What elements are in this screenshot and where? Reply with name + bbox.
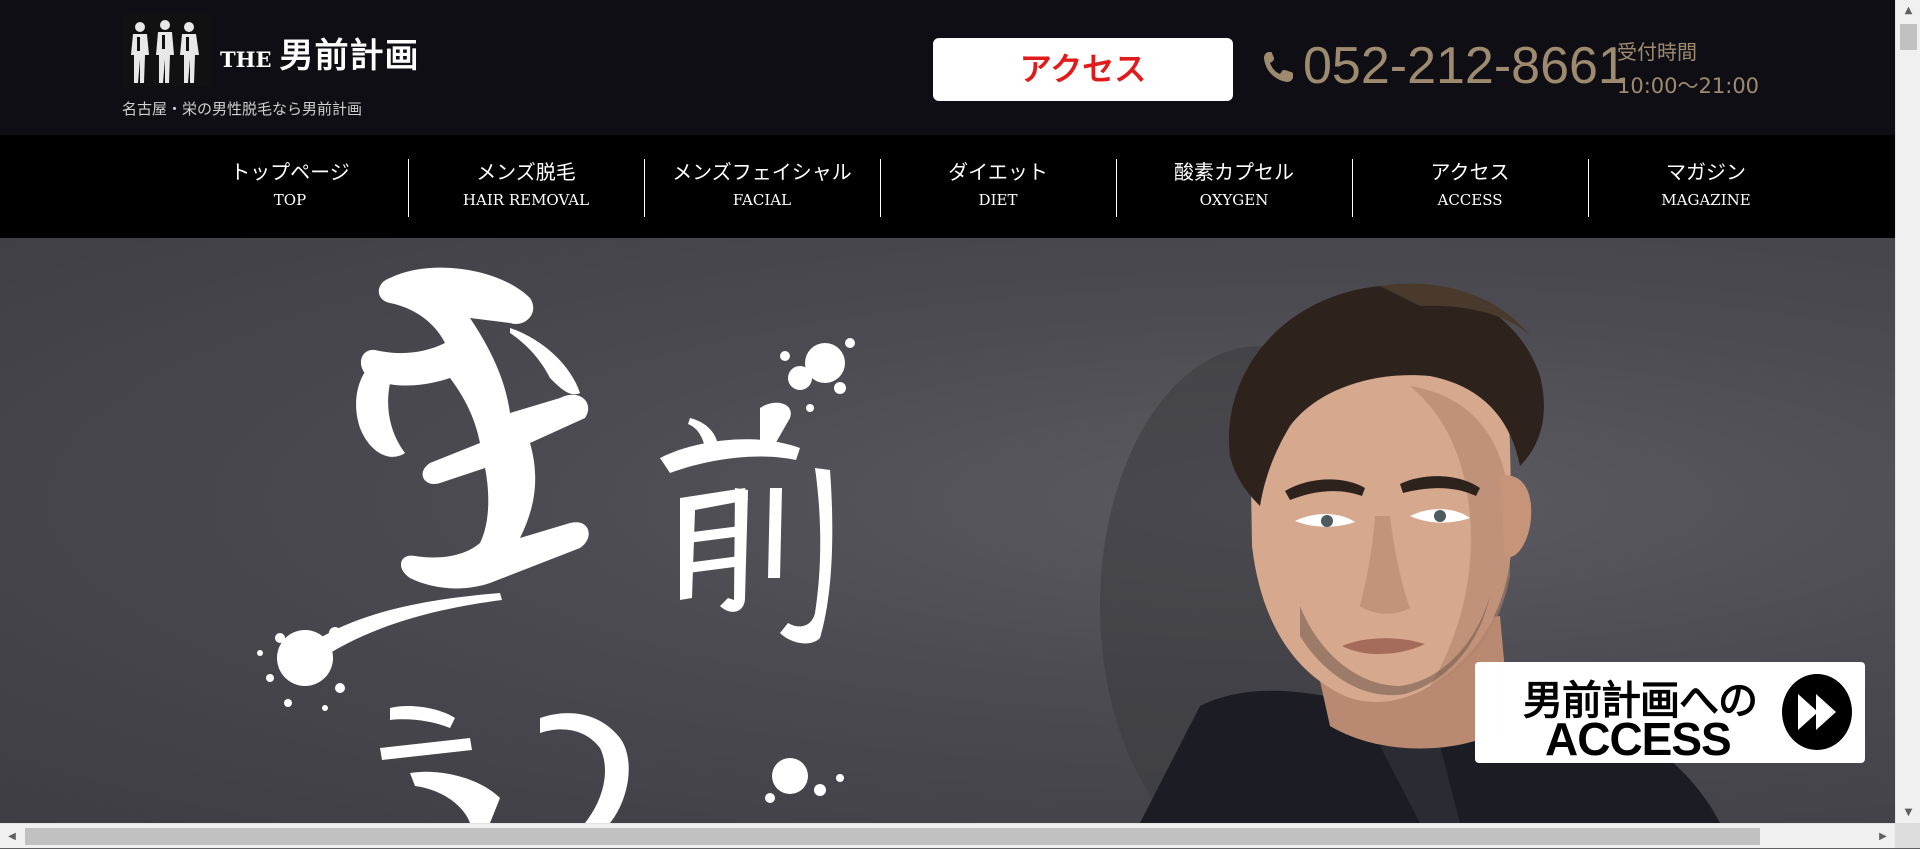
nav-item-label-jp: ダイエット	[948, 160, 1048, 184]
scrollbar-corner	[1895, 823, 1920, 848]
phone-number[interactable]: 052-212-8661	[1303, 36, 1627, 96]
nav-item-facial[interactable]: メンズフェイシャル FACIAL	[644, 157, 880, 219]
nav-item-label-jp: メンズフェイシャル	[672, 160, 852, 184]
scroll-down-arrow-icon[interactable]: ▼	[1896, 804, 1920, 821]
site-tagline: 名古屋・栄の男性脱毛なら男前計画	[122, 100, 363, 118]
site-header: THE 男前計画 名古屋・栄の男性脱毛なら男前計画 アクセス 052-212-86…	[0, 0, 1895, 135]
horizontal-scroll-thumb[interactable]	[25, 828, 1760, 845]
nav-item-label-jp: アクセス	[1430, 160, 1510, 184]
nav-item-label-en: ACCESS	[1437, 191, 1503, 209]
nav-item-label-en: OXYGEN	[1199, 191, 1269, 209]
logo-name: 男前計画	[279, 36, 420, 76]
logo-silhouettes-icon	[122, 15, 209, 87]
nav-item-oxygen[interactable]: 酸素カプセル OXYGEN	[1116, 157, 1352, 219]
nav-item-hair-removal[interactable]: メンズ脱毛 HAIR REMOVAL	[408, 157, 644, 219]
access-banner-line2: ACCESS	[1545, 713, 1732, 765]
play-arrow-icon	[1782, 674, 1852, 750]
nav-item-magazine[interactable]: マガジン MAGAZINE	[1588, 157, 1824, 219]
logo-prefix: THE	[220, 47, 272, 72]
vertical-scrollbar[interactable]: ▲ ▼	[1895, 0, 1920, 823]
horizontal-scrollbar[interactable]: ◀ ▶	[0, 823, 1895, 848]
nav-item-diet[interactable]: ダイエット DIET	[880, 157, 1116, 219]
nav-item-label-jp: メンズ脱毛	[476, 160, 576, 184]
nav-item-top[interactable]: トップページ TOP	[172, 157, 408, 219]
nav-item-label-en: TOP	[273, 191, 307, 209]
hours-label: 受付時間	[1617, 40, 1697, 64]
access-banner-button[interactable]: 男前計画への ACCESS	[1475, 662, 1865, 765]
scroll-right-arrow-icon[interactable]: ▶	[1873, 824, 1893, 849]
page-viewport: THE 男前計画 名古屋・栄の男性脱毛なら男前計画 アクセス 052-212-86…	[0, 0, 1895, 823]
nav-item-label-en: FACIAL	[732, 191, 792, 209]
hero-calligraphy-logo	[257, 267, 855, 823]
hours-value: 10:00～21:00	[1617, 74, 1760, 98]
phone-icon	[1264, 52, 1293, 82]
nav-item-label-jp: 酸素カプセル	[1174, 160, 1294, 184]
main-nav: トップページ TOP メンズ脱毛 HAIR REMOVAL メンズフェイシャル …	[0, 135, 1895, 238]
nav-item-label-en: HAIR REMOVAL	[462, 191, 590, 209]
nav-item-access[interactable]: アクセス ACCESS	[1352, 157, 1588, 219]
logo-image[interactable]	[122, 15, 209, 87]
access-button[interactable]: アクセス	[933, 38, 1233, 101]
logo-text[interactable]: THE 男前計画	[220, 28, 419, 77]
scroll-up-arrow-icon[interactable]: ▲	[1896, 2, 1920, 19]
nav-item-label-jp: トップページ	[230, 160, 350, 184]
nav-list: トップページ TOP メンズ脱毛 HAIR REMOVAL メンズフェイシャル …	[172, 157, 1824, 219]
scroll-left-arrow-icon[interactable]: ◀	[2, 824, 22, 849]
nav-item-label-jp: マガジン	[1666, 160, 1746, 184]
nav-item-label-en: MAGAZINE	[1661, 191, 1751, 209]
vertical-scroll-thumb[interactable]	[1900, 24, 1917, 50]
nav-item-label-en: DIET	[978, 191, 1018, 209]
